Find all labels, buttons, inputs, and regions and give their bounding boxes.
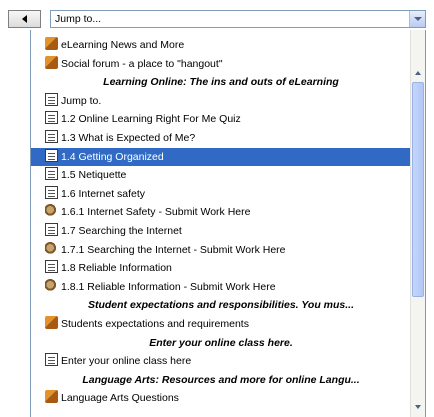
section-header: Language Arts: Resources and more for on… — [31, 371, 411, 390]
page-icon — [45, 111, 58, 125]
option-label: Social forum - a place to "hangout" — [61, 57, 223, 70]
scroll-thumb[interactable] — [412, 82, 424, 297]
option-label: Students expectations and requirements — [61, 317, 249, 330]
dropdown-option[interactable]: Jump to. — [31, 92, 411, 111]
forum-icon — [45, 315, 58, 329]
dropdown-option[interactable]: Language Arts Questions — [31, 389, 411, 408]
scroll-up-button[interactable] — [411, 66, 425, 80]
assign-icon — [45, 241, 58, 255]
left-arrow-icon — [22, 15, 27, 23]
chevron-down-icon — [413, 17, 422, 21]
option-label: Enter your online class here. — [149, 336, 293, 349]
dropdown-option[interactable]: 1.3 What is Expected of Me? — [31, 129, 411, 148]
option-label: eLearning News and More — [61, 39, 185, 51]
forum-icon — [45, 390, 58, 404]
option-label: 1.7 Searching the Internet — [61, 224, 182, 237]
page-icon — [45, 353, 58, 367]
dropdown-option[interactable]: Students expectations and requirements — [31, 315, 411, 334]
section-header: Learning Online: The ins and outs of eLe… — [31, 73, 411, 92]
dropdown-options: eLearning News and More Social forum - a … — [31, 36, 411, 408]
page-icon — [45, 129, 58, 143]
dropdown-option[interactable]: 1.2 Online Learning Right For Me Quiz — [31, 110, 411, 129]
scroll-down-button[interactable] — [411, 400, 425, 414]
option-label: 1.7.1 Searching the Internet - Submit Wo… — [61, 243, 286, 256]
dropdown-option[interactable]: eLearning News and More — [31, 36, 411, 55]
option-label: Jump to. — [61, 94, 102, 107]
jump-to-value: Jump to... — [55, 13, 102, 25]
dropdown-option[interactable]: Social forum - a place to "hangout" — [31, 55, 411, 74]
option-label: Language Arts: Resources and more for on… — [82, 373, 360, 386]
forum-icon — [45, 37, 58, 50]
dropdown-option[interactable]: 1.4 Getting Organized — [31, 147, 411, 167]
page-icon — [45, 92, 58, 106]
option-label: Learning Online: The ins and outs of eLe… — [103, 76, 339, 89]
jump-to-select[interactable]: Jump to... — [50, 10, 426, 28]
page-icon — [45, 148, 58, 162]
option-label: Student expectations and responsibilitie… — [87, 299, 355, 312]
page-icon — [45, 260, 58, 274]
dropdown-option[interactable]: Enter your online class here — [31, 352, 411, 371]
dropdown-option[interactable]: 1.7 Searching the Internet — [31, 222, 411, 241]
dropdown-option[interactable]: 1.8 Reliable Information — [31, 259, 411, 278]
option-label: 1.3 What is Expected of Me? — [61, 131, 196, 144]
page-icon — [45, 222, 58, 236]
option-label: 1.2 Online Learning Right For Me Quiz — [61, 113, 241, 126]
scrollbar[interactable] — [410, 30, 425, 417]
forum-icon — [45, 55, 58, 69]
dropdown-option[interactable]: 1.7.1 Searching the Internet - Submit Wo… — [31, 241, 411, 260]
option-label: 1.6 Internet safety — [61, 187, 146, 200]
page-icon — [45, 167, 58, 181]
option-label: 1.6.1 Internet Safety - Submit Work Here — [61, 206, 251, 219]
option-label: Language Arts Questions — [61, 392, 179, 405]
chevron-down-icon — [415, 405, 421, 409]
chevron-up-icon — [415, 71, 421, 75]
dropdown-option[interactable]: 1.6 Internet safety — [31, 185, 411, 204]
section-header: Enter your online class here. — [31, 334, 411, 353]
assign-icon — [45, 204, 58, 218]
section-header: Student expectations and responsibilitie… — [31, 296, 411, 315]
option-label: 1.8.1 Reliable Information - Submit Work… — [61, 280, 276, 293]
back-button[interactable] — [8, 10, 41, 28]
jump-to-dropdown-list: eLearning News and More Social forum - a … — [30, 30, 426, 417]
dropdown-option[interactable]: 1.6.1 Internet Safety - Submit Work Here — [31, 203, 411, 222]
dropdown-arrow-button[interactable] — [409, 11, 425, 27]
option-label: 1.5 Netiquette — [61, 169, 127, 182]
page-icon — [45, 185, 58, 199]
option-label: 1.4 Getting Organized — [61, 150, 164, 163]
dropdown-option[interactable]: 1.5 Netiquette — [31, 166, 411, 185]
dropdown-option[interactable]: 1.8.1 Reliable Information - Submit Work… — [31, 278, 411, 297]
option-label: Enter your online class here — [61, 355, 192, 368]
option-label: 1.8 Reliable Information — [61, 262, 172, 275]
assign-icon — [45, 278, 58, 292]
